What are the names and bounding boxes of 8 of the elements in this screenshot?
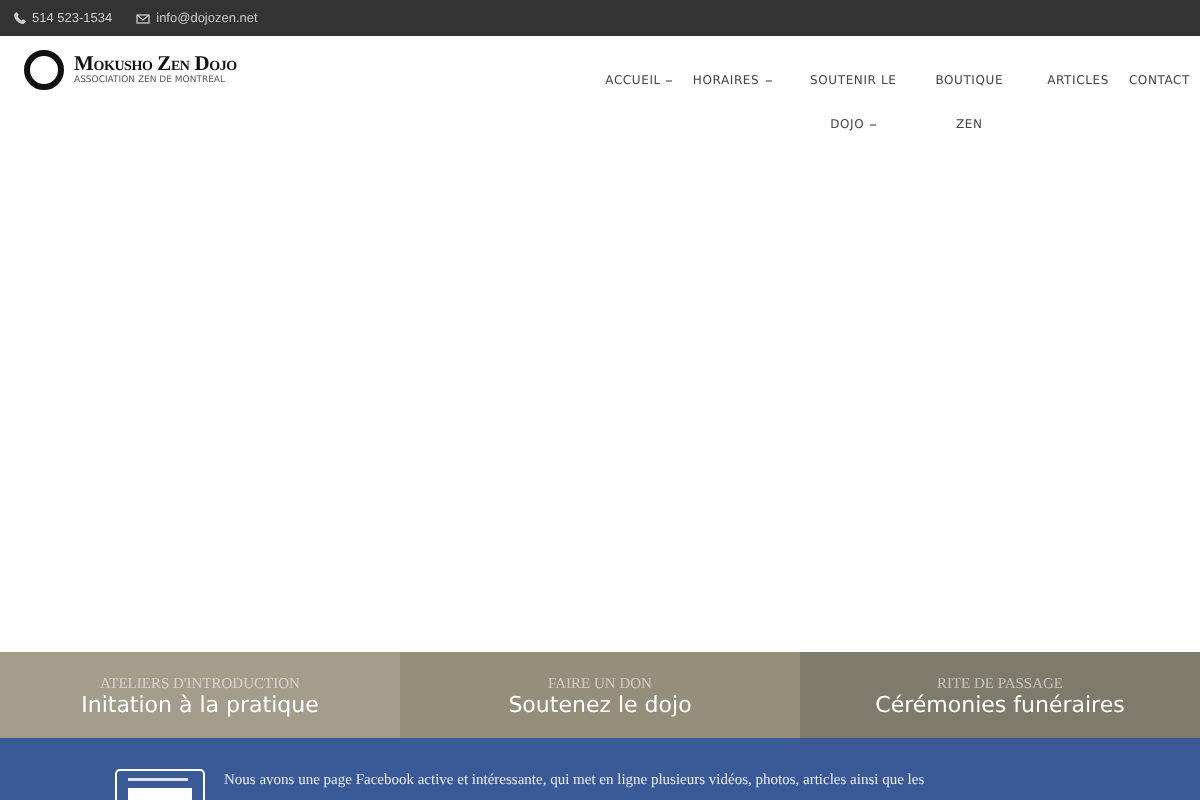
enso-circle-icon [22,48,66,92]
envelope-icon [136,13,151,23]
facebook-badge-icon[interactable] [112,768,208,800]
logo-title: Mokusho Zen Dojo [74,54,237,76]
promo-title: Cérémonies funéraires [875,691,1125,717]
promo-title: Initation à la pratique [81,691,319,717]
phone-icon [14,12,26,24]
promo-title: Soutenez le dojo [508,691,692,717]
